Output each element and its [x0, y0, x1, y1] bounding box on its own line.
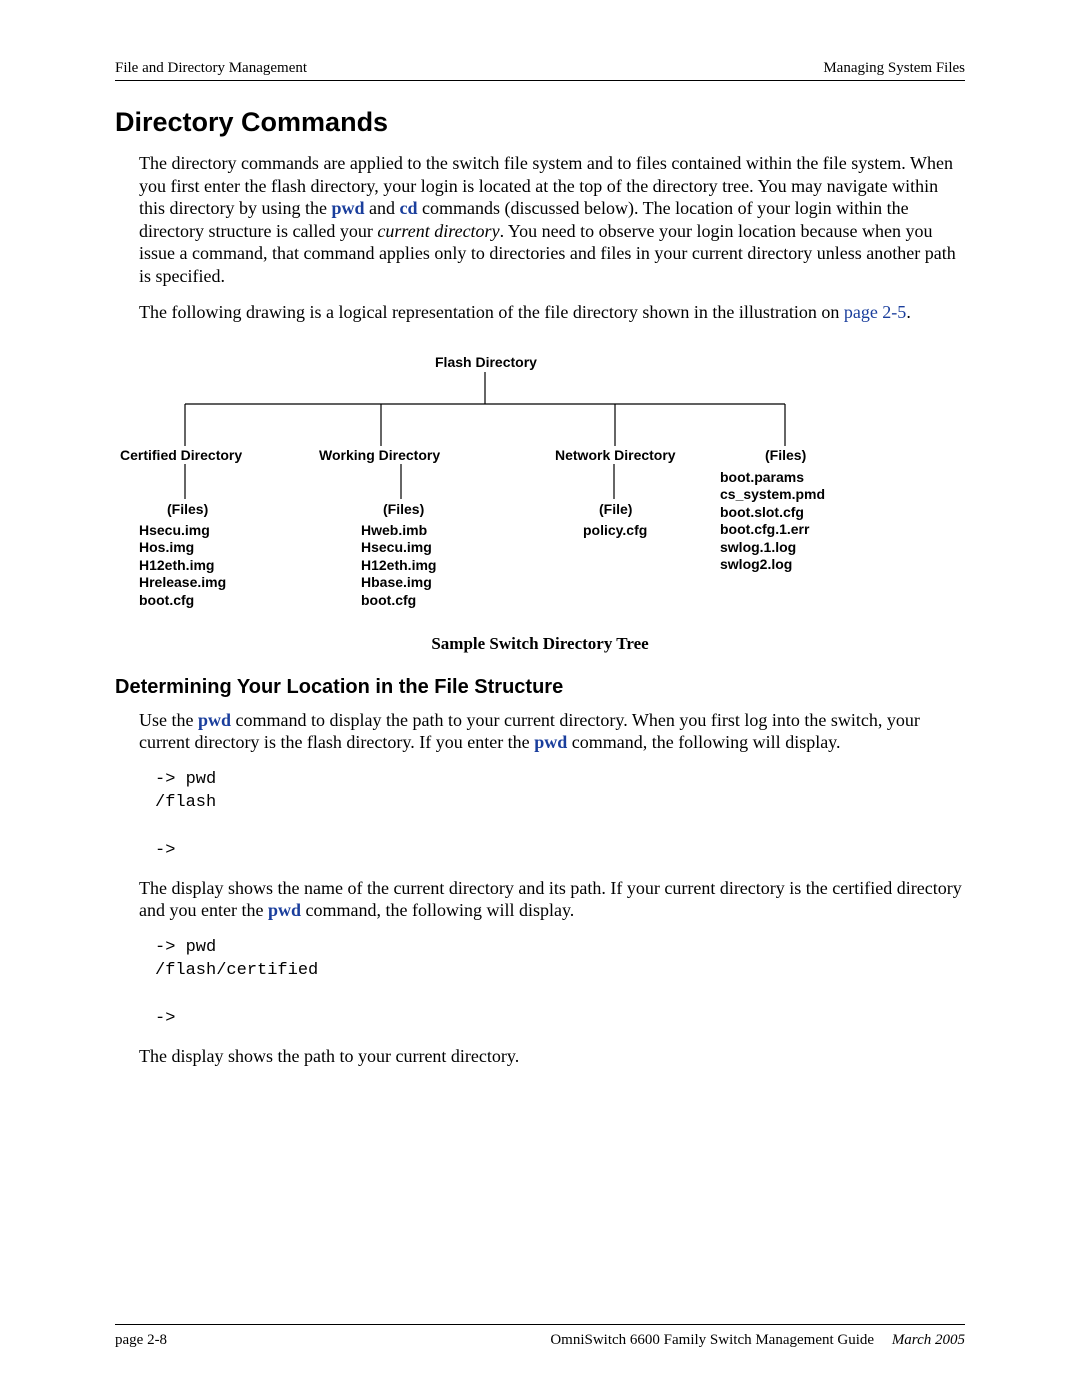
paragraph-5: The display shows the path to your curre…: [139, 1045, 965, 1068]
pwd-command-link[interactable]: pwd: [534, 732, 567, 752]
footer-page-number: page 2-8: [115, 1332, 167, 1349]
header-right: Managing System Files: [823, 60, 965, 77]
page-footer: page 2-8 OmniSwitch 6600 Family Switch M…: [115, 1324, 965, 1349]
paragraph-1: The directory commands are applied to th…: [139, 152, 965, 287]
network-directory-label: Network Directory: [555, 447, 676, 463]
work-files-label: (Files): [383, 501, 424, 517]
cert-files-list: Hsecu.img Hos.img H12eth.img Hrelease.im…: [139, 522, 226, 610]
certified-directory-label: Certified Directory: [120, 447, 242, 463]
paragraph-2: The following drawing is a logical repre…: [139, 301, 965, 324]
header-left: File and Directory Management: [115, 60, 307, 77]
paragraph-4: The display shows the name of the curren…: [139, 877, 965, 922]
current-directory-term: current directory: [377, 221, 499, 241]
directory-tree-diagram: Flash Directory Certified Directory Work…: [115, 354, 965, 619]
footer-date: March 2005: [892, 1332, 965, 1348]
footer-rule: [115, 1324, 965, 1325]
pwd-command-link[interactable]: pwd: [198, 710, 231, 730]
pwd-command-link[interactable]: pwd: [331, 198, 364, 218]
footer-guide-name: OmniSwitch 6600 Family Switch Management…: [550, 1332, 874, 1348]
subsection-title: Determining Your Location in the File St…: [115, 676, 965, 699]
pwd-command-link[interactable]: pwd: [268, 900, 301, 920]
tree-lines: [115, 354, 965, 619]
header-rule: [115, 80, 965, 81]
root-files-list: boot.params cs_system.pmd boot.slot.cfg …: [720, 469, 825, 574]
net-file-label: (File): [599, 501, 632, 517]
diagram-caption: Sample Switch Directory Tree: [115, 634, 965, 654]
page-reference-link[interactable]: page 2-5: [844, 302, 906, 322]
root-files-label: (Files): [765, 447, 806, 463]
code-block-2: -> pwd /flash/certified ->: [155, 936, 965, 1031]
net-file-list: policy.cfg: [583, 522, 647, 540]
cert-files-label: (Files): [167, 501, 208, 517]
working-directory-label: Working Directory: [319, 447, 440, 463]
page-header: File and Directory Management Managing S…: [115, 60, 965, 77]
paragraph-3: Use the pwd command to display the path …: [139, 709, 965, 754]
section-title: Directory Commands: [115, 107, 965, 138]
code-block-1: -> pwd /flash ->: [155, 768, 965, 863]
work-files-list: Hweb.imb Hsecu.img H12eth.img Hbase.img …: [361, 522, 436, 610]
cd-command-link[interactable]: cd: [400, 198, 418, 218]
flash-directory-label: Flash Directory: [435, 354, 537, 370]
